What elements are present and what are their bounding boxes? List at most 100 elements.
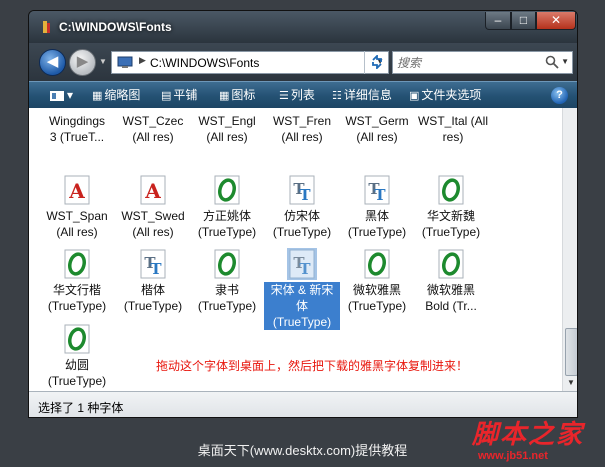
title-bar[interactable]: C:\WINDOWS\Fonts – □ ✕ bbox=[29, 11, 577, 43]
font-item[interactable]: A WST_Swed (All res) bbox=[115, 174, 191, 240]
toolbar-list-label: 列表 bbox=[290, 88, 315, 102]
maximize-button[interactable]: □ bbox=[511, 12, 536, 30]
status-text: 选择了 1 种字体 bbox=[38, 401, 124, 415]
font-item[interactable]: WST_Engl (All res) bbox=[189, 113, 265, 145]
help-icon[interactable]: ? bbox=[551, 87, 568, 104]
truetype-icon: T T bbox=[287, 248, 317, 280]
font-item-label-line1: WST_Engl bbox=[198, 114, 256, 128]
list-icon: ☰ bbox=[279, 89, 289, 102]
scrollbar-thumb[interactable] bbox=[565, 328, 577, 376]
toolbar-icons-label: 图标 bbox=[231, 88, 256, 102]
toolbar-thumbnails-button[interactable]: ▦ 缩略图 bbox=[92, 82, 140, 108]
font-item[interactable]: 微软雅黑 Bold (Tr... bbox=[413, 248, 489, 314]
tiles-icon: ▤ bbox=[161, 89, 172, 102]
minimize-button[interactable]: – bbox=[485, 12, 511, 30]
forward-button[interactable]: ▶ bbox=[69, 49, 96, 76]
toolbar-icons-button[interactable]: ▦ 图标 bbox=[219, 82, 255, 108]
font-item-label-line2: (TrueType) bbox=[421, 225, 481, 239]
toolbar: ▾ ▦ 缩略图 ▤ 平铺 ▦ 图标 ☰ 列表 ☷ 详细信息 ▣ 文件夹选项 ? bbox=[29, 81, 577, 108]
toolbar-tiles-label: 平铺 bbox=[173, 88, 198, 102]
font-item[interactable]: 微软雅黑 (TrueType) bbox=[339, 248, 415, 314]
font-item-label-line1: 方正姚体 bbox=[202, 209, 251, 223]
font-item-label-line1: 微软雅黑 bbox=[426, 283, 475, 297]
font-item-label-line3: (TrueType) bbox=[264, 314, 340, 330]
font-item-label-line1: WST_Germ bbox=[345, 114, 409, 128]
font-item[interactable]: 隶书 (TrueType) bbox=[189, 248, 265, 314]
font-item-label-line1: 楷体 bbox=[140, 283, 165, 297]
toolbar-details-label: 详细信息 bbox=[343, 88, 392, 102]
font-item-label-line2: Bold (Tr... bbox=[425, 299, 477, 313]
font-item[interactable]: WST_Fren (All res) bbox=[264, 113, 340, 145]
svg-text:T: T bbox=[374, 186, 386, 204]
font-item-label-line1: 隶书 bbox=[214, 283, 239, 297]
font-item-label-line2: (All res) bbox=[132, 130, 174, 144]
font-item-label-line2: (All res) bbox=[356, 130, 398, 144]
font-item[interactable]: WST_Ital (All res) bbox=[413, 113, 493, 145]
opentype-icon bbox=[64, 249, 90, 279]
font-item[interactable]: Wingdings 3 (TrueT... bbox=[39, 113, 115, 145]
font-item[interactable]: 华文行楷 (TrueType) bbox=[39, 248, 115, 314]
font-item[interactable]: WST_Germ (All res) bbox=[339, 113, 415, 145]
font-item[interactable]: WST_Czec (All res) bbox=[115, 113, 191, 145]
search-icon[interactable] bbox=[545, 55, 559, 69]
raster-font-icon: A bbox=[64, 175, 90, 205]
toolbar-tiles-button[interactable]: ▤ 平铺 bbox=[161, 82, 197, 108]
search-input[interactable] bbox=[397, 55, 537, 70]
font-item[interactable]: 方正姚体 (TrueType) bbox=[189, 174, 265, 240]
font-item-label-line1: 宋体 & 新宋 bbox=[264, 282, 340, 298]
toolbar-folder-options-label: 文件夹选项 bbox=[421, 88, 482, 102]
truetype-icon: T T bbox=[364, 175, 390, 205]
refresh-button[interactable] bbox=[364, 51, 388, 74]
site-watermark-logo: 脚本之家 bbox=[472, 420, 585, 450]
font-item[interactable]: 华文新魏 (TrueType) bbox=[413, 174, 489, 240]
site-watermark-url: www.jb51.net bbox=[478, 450, 548, 462]
address-bar[interactable]: ▶ C:\WINDOWS\Fonts ▼ bbox=[111, 51, 389, 74]
svg-text:A: A bbox=[68, 179, 85, 203]
scroll-down-arrow-icon[interactable]: ▼ bbox=[567, 378, 575, 387]
opentype-icon bbox=[438, 175, 464, 205]
font-item-label-line2: (TrueType) bbox=[47, 299, 107, 313]
views-icon bbox=[50, 90, 64, 101]
font-item-label-line2: (TrueType) bbox=[47, 374, 107, 388]
computer-icon bbox=[117, 56, 133, 68]
instruction-annotation: 拖动这个字体到桌面上，然后把下载的雅黑字体复制进来！ bbox=[156, 359, 469, 373]
font-item-label-line2: (TrueType) bbox=[197, 299, 257, 313]
font-item[interactable]: T T 黑体 (TrueType) bbox=[339, 174, 415, 240]
recent-pages-chevron-down-icon[interactable]: ▼ bbox=[99, 57, 107, 66]
raster-font-icon: A bbox=[140, 175, 166, 205]
opentype-icon bbox=[214, 249, 240, 279]
search-chevron-down-icon[interactable]: ▼ bbox=[561, 57, 569, 66]
toolbar-list-button[interactable]: ☰ 列表 bbox=[279, 82, 315, 108]
address-path[interactable]: C:\WINDOWS\Fonts bbox=[150, 56, 259, 70]
back-button[interactable]: ◀ bbox=[39, 49, 66, 76]
svg-text:A: A bbox=[144, 179, 161, 203]
font-item-label-line2: res) bbox=[442, 130, 464, 144]
font-item-label-line2: (All res) bbox=[206, 130, 248, 144]
breadcrumb-separator-icon[interactable]: ▶ bbox=[139, 55, 146, 66]
font-item-label-line2: (TrueType) bbox=[272, 225, 332, 239]
font-item-label-line1: 仿宋体 bbox=[283, 209, 320, 223]
views-button[interactable]: ▾ bbox=[49, 82, 73, 108]
font-item-label-line1: 华文新魏 bbox=[426, 209, 475, 223]
truetype-icon: T T bbox=[140, 249, 166, 279]
font-item-label-line2: (TrueType) bbox=[347, 299, 407, 313]
font-item-label-line2: 3 (TrueT... bbox=[49, 130, 105, 144]
search-box[interactable]: ▼ bbox=[392, 51, 573, 74]
opentype-icon bbox=[214, 175, 240, 205]
font-item-label-line1: WST_Fren bbox=[272, 114, 331, 128]
refresh-icon bbox=[371, 53, 382, 71]
icons-view-icon: ▦ bbox=[219, 89, 230, 102]
svg-text:T: T bbox=[299, 186, 311, 204]
font-item-label-line1: 华文行楷 bbox=[52, 283, 101, 297]
font-item-selected[interactable]: T T 宋体 & 新宋 体 (TrueType) bbox=[264, 248, 340, 330]
svg-text:T: T bbox=[150, 260, 162, 278]
toolbar-details-button[interactable]: ☷ 详细信息 bbox=[332, 82, 392, 108]
file-list[interactable]: Wingdings 3 (TrueT... WST_Czec (All res)… bbox=[29, 108, 562, 391]
font-item[interactable]: T T 楷体 (TrueType) bbox=[115, 248, 191, 314]
vertical-scrollbar[interactable]: ▼ bbox=[562, 108, 577, 391]
toolbar-folder-options-button[interactable]: ▣ 文件夹选项 bbox=[409, 82, 481, 108]
font-item[interactable]: 幼圆 (TrueType) bbox=[39, 323, 115, 389]
font-item[interactable]: A WST_Span (All res) bbox=[39, 174, 115, 240]
font-item[interactable]: T T 仿宋体 (TrueType) bbox=[264, 174, 340, 240]
close-button[interactable]: ✕ bbox=[536, 12, 576, 30]
